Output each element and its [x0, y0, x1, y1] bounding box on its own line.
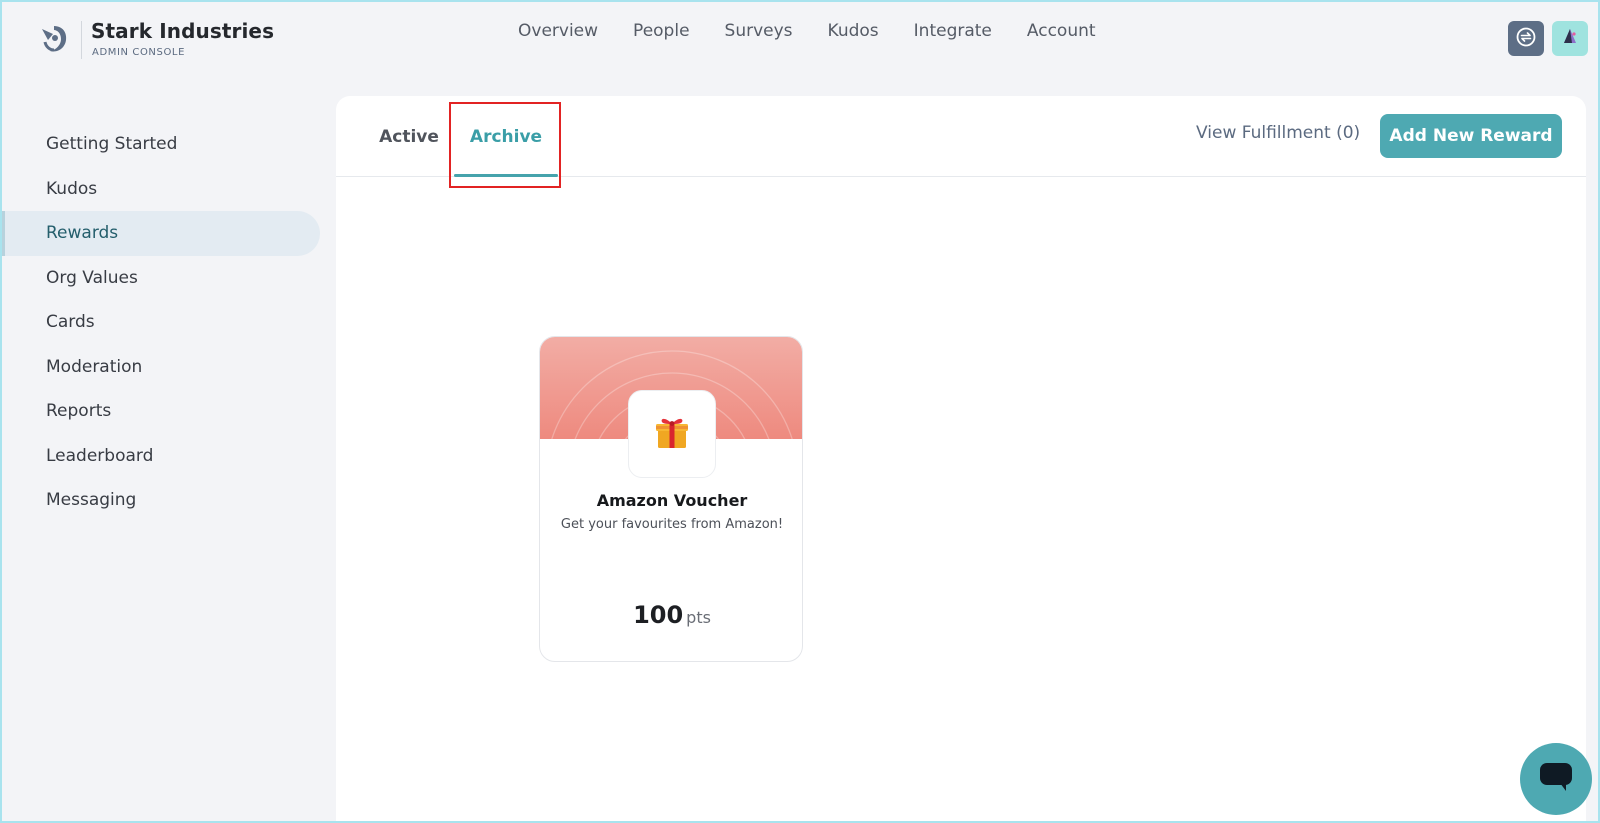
sidebar-item-rewards[interactable]: Rewards: [2, 211, 320, 256]
topnav-people[interactable]: People: [633, 21, 689, 41]
sidebar-item-reports[interactable]: Reports: [2, 389, 320, 434]
top-nav: Overview People Surveys Kudos Integrate …: [518, 21, 1131, 41]
brand-logo-icon[interactable]: [36, 20, 70, 58]
view-fulfillment-link[interactable]: View Fulfillment (0): [1196, 123, 1360, 143]
switch-button[interactable]: [1508, 21, 1544, 56]
sidebar-item-org-values[interactable]: Org Values: [2, 256, 320, 301]
brand-name: Stark Industries: [91, 19, 275, 43]
reward-icon-box: [628, 390, 716, 478]
user-avatar-button[interactable]: [1552, 21, 1588, 56]
top-header: Stark Industries ADMIN CONSOLE Overview …: [2, 2, 1598, 64]
tab-active[interactable]: Active: [377, 96, 441, 177]
topnav-integrate[interactable]: Integrate: [914, 21, 992, 41]
reward-description: Get your favourites from Amazon!: [560, 517, 784, 532]
avatar-icon: [1559, 26, 1581, 52]
tab-archive-label: Archive: [469, 126, 543, 147]
sidebar-item-moderation[interactable]: Moderation: [2, 345, 320, 390]
switch-icon: [1515, 26, 1537, 52]
chat-icon: [1538, 761, 1574, 797]
reward-title: Amazon Voucher: [596, 491, 748, 510]
reward-card[interactable]: Amazon Voucher Get your favourites from …: [539, 336, 803, 662]
add-new-reward-button[interactable]: Add New Reward: [1380, 114, 1562, 158]
sidebar-nav: Getting Started Kudos Rewards Org Values…: [2, 122, 320, 523]
brand-separator: [81, 21, 82, 59]
topnav-overview[interactable]: Overview: [518, 21, 598, 41]
reward-tabs: Active Archive View Fulfillment (0) Add …: [336, 96, 1586, 188]
reward-points-value: 100: [633, 601, 684, 629]
topnav-account[interactable]: Account: [1027, 21, 1096, 41]
sidebar-item-leaderboard[interactable]: Leaderboard: [2, 434, 320, 479]
rewards-panel: Active Archive View Fulfillment (0) Add …: [336, 96, 1586, 821]
topnav-surveys[interactable]: Surveys: [725, 21, 793, 41]
reward-points-unit: pts: [686, 608, 711, 627]
gift-icon: [653, 413, 691, 455]
brand-subtitle: ADMIN CONSOLE: [92, 47, 186, 58]
tab-archive[interactable]: Archive: [454, 96, 558, 177]
sidebar-item-getting-started[interactable]: Getting Started: [2, 122, 320, 167]
sidebar-item-kudos[interactable]: Kudos: [2, 167, 320, 212]
chat-launcher-button[interactable]: [1520, 743, 1592, 815]
tab-selected-indicator: [454, 174, 558, 177]
sidebar-item-messaging[interactable]: Messaging: [2, 478, 320, 523]
topnav-kudos[interactable]: Kudos: [828, 21, 879, 41]
reward-points: 100 pts: [540, 601, 802, 629]
sidebar-item-cards[interactable]: Cards: [2, 300, 320, 345]
